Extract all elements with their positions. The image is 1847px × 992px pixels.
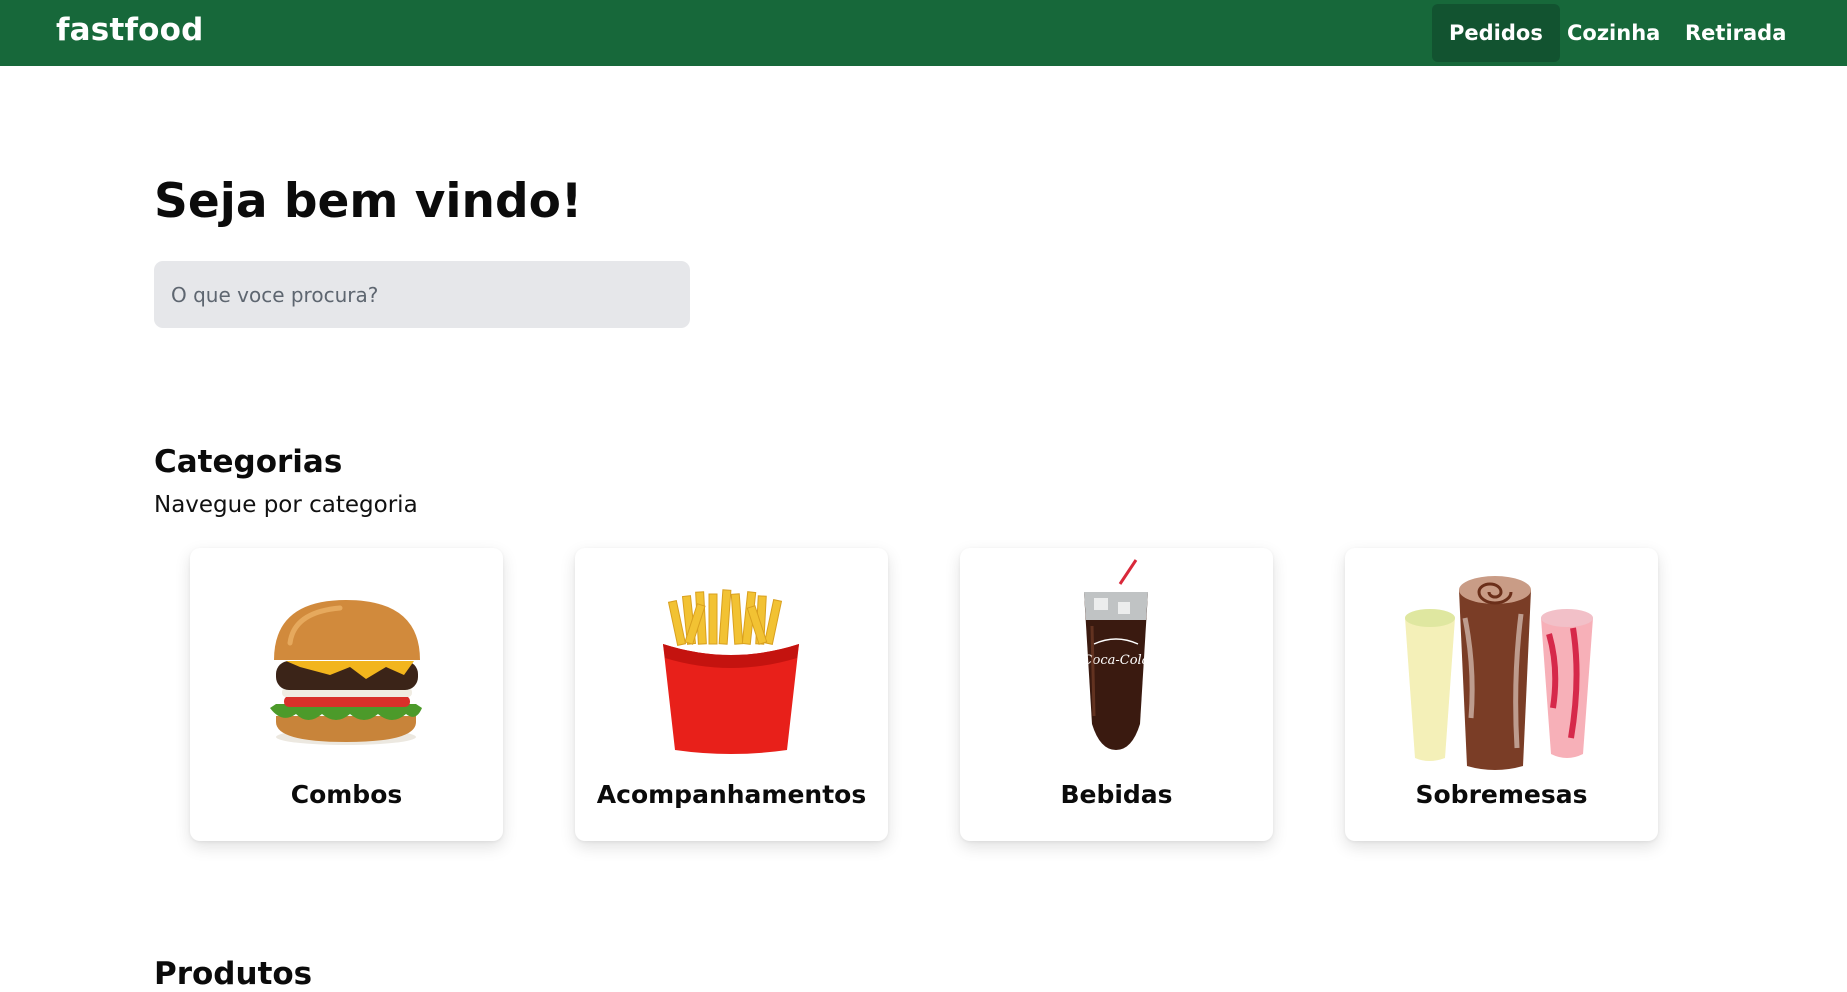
products-title: Produtos bbox=[154, 956, 313, 992]
category-label-sobremesas: Sobremesas bbox=[1415, 780, 1588, 809]
nav-item-pedidos[interactable]: Pedidos bbox=[1432, 4, 1560, 62]
categories-subtitle: Navegue por categoria bbox=[154, 492, 418, 518]
categories-title: Categorias bbox=[154, 444, 343, 480]
category-card-acompanhamentos[interactable]: Acompanhamentos bbox=[575, 548, 888, 841]
category-card-combos[interactable]: Combos bbox=[190, 548, 503, 841]
category-label-acompanhamentos: Acompanhamentos bbox=[596, 780, 867, 809]
category-label-bebidas: Bebidas bbox=[1060, 780, 1173, 809]
page-title: Seja bem vindo! bbox=[154, 174, 583, 229]
burger-icon bbox=[270, 600, 422, 745]
search-input[interactable] bbox=[154, 261, 690, 328]
category-label-combos: Combos bbox=[290, 780, 403, 809]
soda-cup-icon: Coca-Cola bbox=[1083, 559, 1149, 750]
nav-item-retirada[interactable]: Retirada bbox=[1668, 4, 1803, 62]
milkshake-icon bbox=[1405, 576, 1593, 770]
top-navbar: fastfood Pedidos Cozinha Retirada bbox=[0, 0, 1847, 66]
nav-item-cozinha[interactable]: Cozinha bbox=[1550, 4, 1677, 62]
category-card-bebidas[interactable]: Coca-Cola Bebidas bbox=[960, 548, 1273, 841]
fries-icon bbox=[663, 589, 799, 754]
category-card-sobremesas[interactable]: Sobremesas bbox=[1345, 548, 1658, 841]
brand-logo[interactable]: fastfood bbox=[56, 12, 204, 48]
